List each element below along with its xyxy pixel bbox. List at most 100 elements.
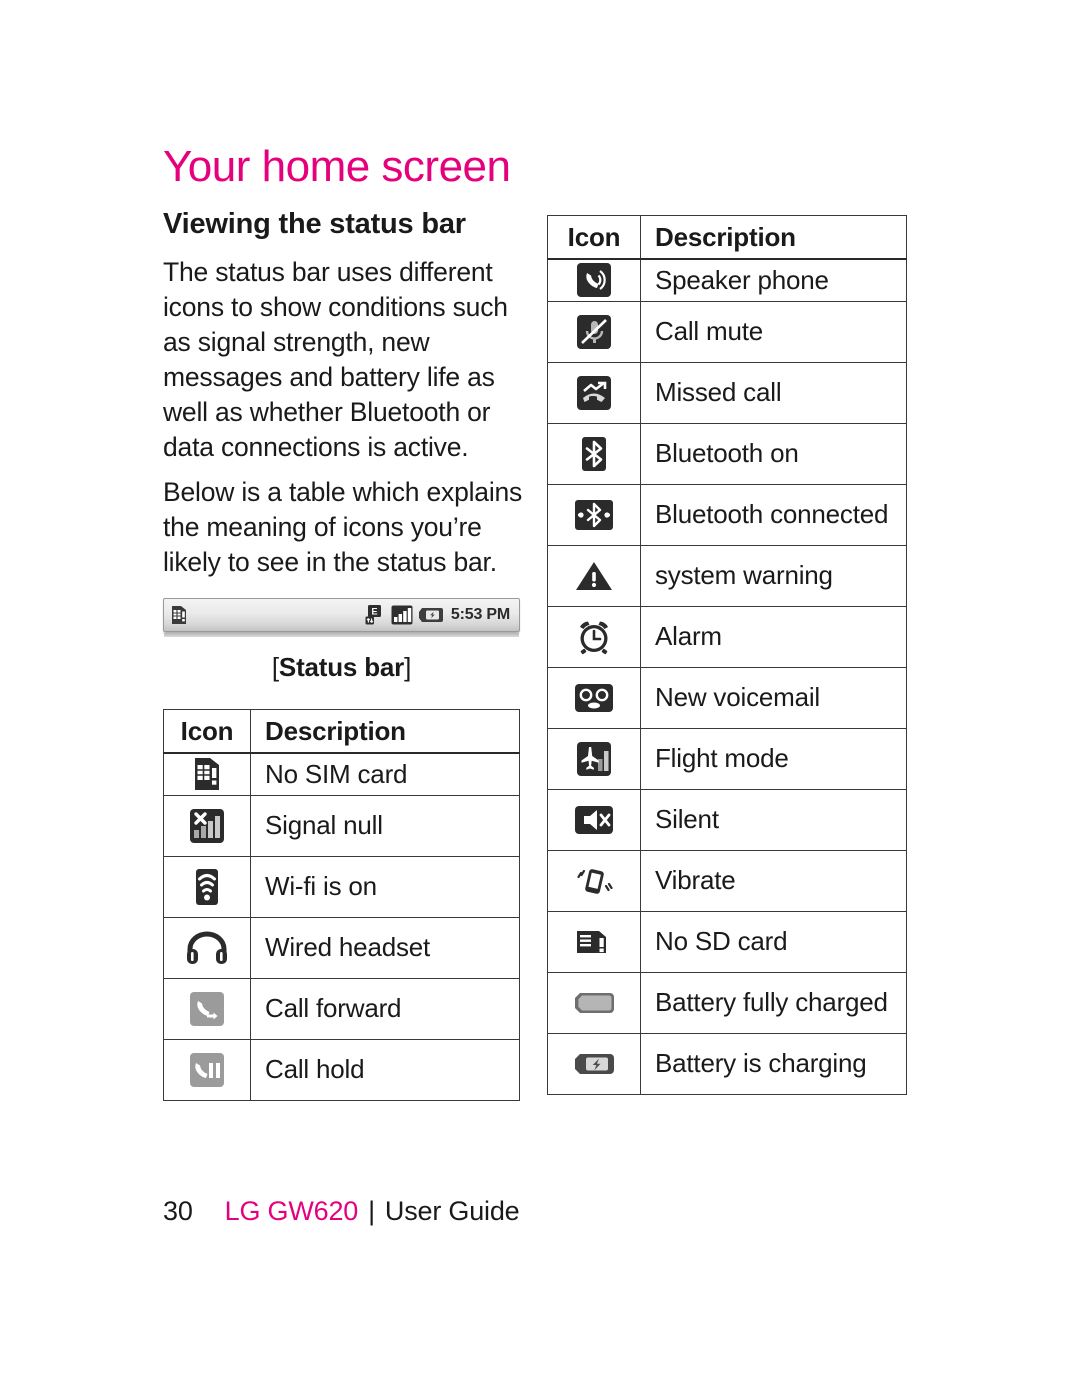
signal-null-icon [190,808,224,843]
table-row: Alarm [547,605,907,668]
table-row: system warning [547,544,907,607]
speaker-phone-icon [577,263,611,298]
description-cell: Alarm [640,605,907,668]
icon-cell [547,483,641,546]
no-sim-card-icon [172,606,186,625]
caption-bracket-open: [ [271,652,279,683]
table-row: Bluetooth connected [547,483,907,546]
table-row: Battery fully charged [547,971,907,1034]
description-cell: No SD card [640,910,907,973]
description-cell: New voicemail [640,666,907,729]
new-voicemail-icon [575,683,613,712]
no-sd-card-icon [577,930,606,953]
description-cell: Call mute [640,300,907,363]
table-row: Call forward [163,977,520,1040]
wifi-on-icon [196,868,218,905]
table-row: No SIM card [163,752,520,796]
flight-mode-icon [577,741,611,776]
silent-icon [575,805,613,834]
table-row: Missed call [547,361,907,424]
table-row: Signal null [163,794,520,857]
icon-cell [547,544,641,607]
table-row: Flight mode [547,727,907,790]
bluetooth-connected-icon [575,499,613,530]
description-cell: Wired headset [250,916,520,979]
icon-cell [547,605,641,668]
battery-charging-icon [575,1053,614,1074]
table-row: Silent [547,788,907,851]
table-row: Wired headset [163,916,520,979]
signal-bars-icon [391,605,413,625]
table-row: Call hold [163,1038,520,1101]
icon-cell [163,752,251,796]
footer-separator: | [368,1196,375,1226]
icon-cell [163,916,251,979]
footer-guide-label: User Guide [384,1196,520,1226]
description-cell: Battery is charging [640,1032,907,1095]
missed-call-icon [577,375,611,410]
table-header-row: Icon Description [547,215,907,260]
body-paragraph-1: The status bar uses different icons to s… [163,257,508,463]
description-cell: Battery fully charged [640,971,907,1034]
table-row: Speaker phone [547,258,907,302]
status-bar-figure: E 5:53 PM [163,598,520,638]
vibrate-icon [577,868,613,894]
alarm-icon [580,621,608,654]
table-row: Wi-fi is on [163,855,520,918]
icon-cell [163,855,251,918]
icon-cell [163,977,251,1040]
left-column: Viewing the status bar The status bar us… [163,208,523,683]
icon-cell [547,1032,641,1095]
right-icon-table: Icon Description Speaker phone Call mute… [547,215,907,1095]
description-cell: Silent [640,788,907,851]
icon-cell [163,794,251,857]
description-cell: Wi-fi is on [250,855,520,918]
body-paragraph-2: Below is a table which explains the mean… [163,477,523,578]
bluetooth-on-icon [582,436,606,471]
header-description: Description [640,215,907,260]
icon-cell [547,788,641,851]
call-mute-icon [577,314,611,349]
icon-cell [547,971,641,1034]
no-sim-card-icon [195,758,219,791]
icon-cell [547,300,641,363]
description-cell: Bluetooth on [640,422,907,485]
icon-cell [547,849,641,912]
battery-charging-icon [418,608,443,623]
description-cell: Bluetooth connected [640,483,907,546]
description-cell: system warning [640,544,907,607]
header-description: Description [250,709,520,754]
page-number: 30 [163,1196,193,1226]
table-header-row: Icon Description [163,709,520,754]
caption-label: Status bar [278,652,405,683]
call-forward-icon [190,991,224,1026]
system-warning-icon [576,561,612,590]
status-bar-time: 5:53 PM [450,606,510,624]
description-cell: Missed call [640,361,907,424]
description-cell: Call hold [250,1038,520,1101]
description-cell: No SIM card [250,752,520,796]
status-bar-right-icons: E 5:53 PM [364,604,514,626]
description-cell: Vibrate [640,849,907,912]
icon-cell [547,666,641,729]
icon-cell [547,258,641,302]
icon-cell [163,1038,251,1101]
page-title: Your home screen [163,142,511,191]
caption-bracket-close: ] [404,652,412,683]
table-row: No SD card [547,910,907,973]
description-cell: Signal null [250,794,520,857]
icon-cell [547,727,641,790]
header-icon: Icon [547,215,641,260]
table-row: New voicemail [547,666,907,729]
table-row: Vibrate [547,849,907,912]
wired-headset-icon [187,931,227,964]
left-icon-table: Icon Description No SIM card Signal null… [163,709,520,1101]
icon-cell [547,422,641,485]
icon-cell [547,910,641,973]
header-icon: Icon [163,709,251,754]
svg-text:E: E [371,607,377,617]
status-bar-left-icons [169,604,189,626]
call-hold-icon [190,1052,224,1087]
table-row: Call mute [547,300,907,363]
edge-data-icon: E [365,605,381,625]
